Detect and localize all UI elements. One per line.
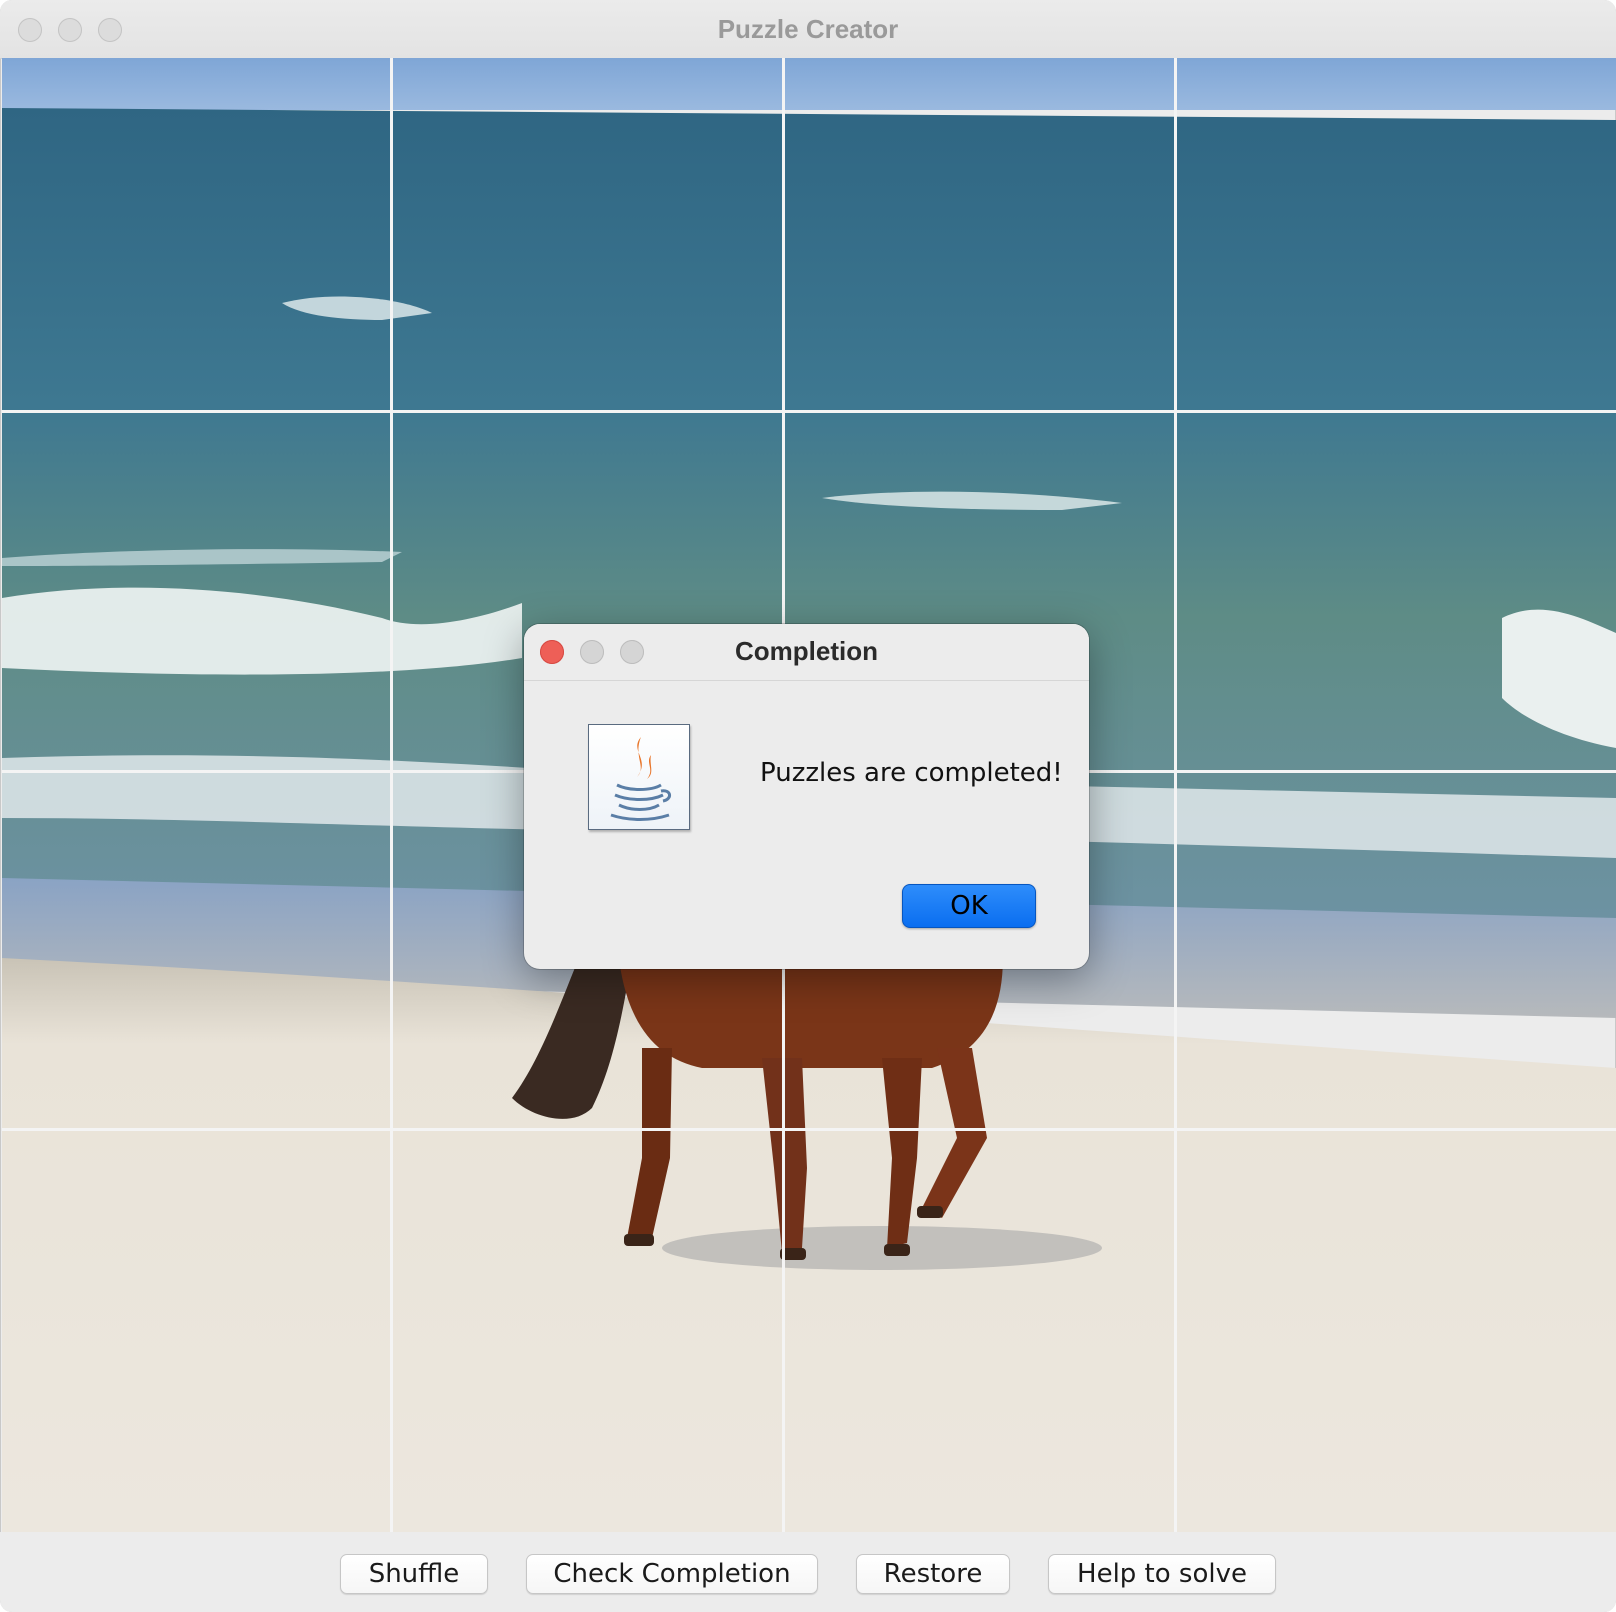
- java-icon: [588, 724, 690, 830]
- bottom-toolbar: Shuffle Check Completion Restore Help to…: [0, 1532, 1616, 1612]
- completion-dialog: Completion Puzzles are completed! OK: [524, 624, 1089, 969]
- completion-message: Puzzles are completed!: [760, 758, 1063, 788]
- restore-button[interactable]: Restore: [856, 1554, 1010, 1594]
- shuffle-button[interactable]: Shuffle: [340, 1554, 488, 1594]
- grid-line: [2, 410, 1616, 413]
- dialog-title: Completion: [735, 636, 878, 666]
- grid-line: [2, 1128, 1616, 1131]
- puzzle-creator-window: Puzzle Creator Shuffle Check Completion …: [0, 0, 1616, 1612]
- check-completion-button[interactable]: Check Completion: [526, 1554, 818, 1594]
- window-title: Puzzle Creator: [717, 14, 899, 44]
- ok-button[interactable]: OK: [902, 884, 1036, 928]
- help-to-solve-button[interactable]: Help to solve: [1048, 1554, 1276, 1594]
- title-bar: Puzzle Creator: [0, 0, 1616, 59]
- grid-line: [390, 58, 393, 1532]
- dialog-title-bar: Completion: [524, 624, 1089, 681]
- grid-line: [1174, 58, 1177, 1532]
